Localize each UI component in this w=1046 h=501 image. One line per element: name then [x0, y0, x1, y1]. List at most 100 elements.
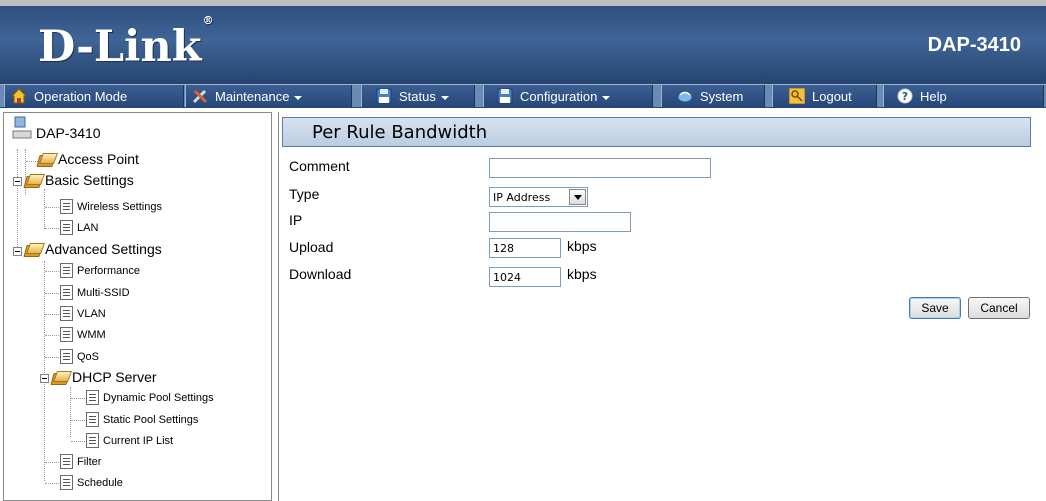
tree-label: Dynamic Pool Settings [103, 391, 214, 404]
header-banner: D-Link® DAP-3410 [0, 0, 1046, 84]
menu-bar: Operation Mode Maintenance Status Config… [0, 84, 1046, 108]
menu-configuration[interactable]: Configuration [483, 85, 653, 107]
tree-connector [45, 335, 59, 336]
tree-item-performance[interactable]: Performance [60, 263, 140, 278]
menu-operation-mode[interactable]: Operation Mode [4, 85, 184, 107]
page-icon [60, 306, 73, 321]
tree-label: Basic Settings [45, 172, 134, 188]
tree-label: Multi-SSID [77, 286, 130, 299]
download-unit: kbps [567, 266, 597, 282]
tree-item-current-ip-list[interactable]: Current IP List [86, 433, 173, 448]
cancel-button[interactable]: Cancel [968, 297, 1030, 319]
tree-label: VLAN [77, 307, 106, 320]
menu-label: Operation Mode [34, 88, 128, 104]
tree-item-wmm[interactable]: WMM [60, 327, 106, 342]
floppy-icon [376, 88, 392, 104]
floppy-icon [497, 88, 513, 104]
page-icon [86, 433, 99, 448]
tree-connector [17, 149, 18, 249]
tree-label: DHCP Server [72, 369, 157, 385]
collapse-dhcp-server-icon[interactable] [40, 374, 49, 383]
page-icon [60, 454, 73, 469]
tree-label: QoS [77, 350, 100, 363]
tree-root-dap-3410[interactable]: DAP-3410 [12, 115, 101, 141]
dlink-logo: D-Link® [38, 14, 214, 72]
tree-label: Advanced Settings [45, 241, 162, 257]
tree-item-dhcp-server[interactable]: DHCP Server [52, 369, 157, 385]
content-panel: Per Rule Bandwidth Comment Type IP Addre… [278, 112, 1043, 501]
upload-input[interactable] [489, 238, 561, 258]
menu-system[interactable]: System [661, 85, 765, 107]
tree-item-static-pool-settings[interactable]: Static Pool Settings [86, 412, 198, 427]
tree-item-multi-ssid[interactable]: Multi-SSID [60, 285, 130, 300]
tree-connector [45, 228, 59, 229]
page-icon [60, 475, 73, 490]
page-icon [86, 412, 99, 427]
menu-label: Help [920, 88, 947, 104]
tree-label: Static Pool Settings [103, 413, 199, 426]
key-icon [788, 87, 806, 105]
tree-label: Access Point [58, 151, 139, 167]
tools-icon [192, 88, 208, 104]
tree-item-access-point[interactable]: Access Point [38, 151, 139, 167]
menu-label: System [700, 88, 744, 104]
collapse-basic-settings-icon[interactable] [13, 177, 22, 186]
ip-input[interactable] [489, 212, 631, 232]
tree-connector [71, 420, 85, 421]
chevron-down-icon [294, 95, 303, 100]
tree-connector [26, 161, 38, 162]
type-label: Type [289, 186, 320, 202]
page-icon [60, 285, 73, 300]
chevron-down-icon [440, 95, 449, 100]
tree-item-vlan[interactable]: VLAN [60, 306, 106, 321]
download-input[interactable] [489, 267, 561, 287]
tree-connector [71, 398, 85, 399]
tree-connector [45, 293, 59, 294]
menu-status[interactable]: Status [361, 85, 475, 107]
tree-item-schedule[interactable]: Schedule [60, 475, 123, 490]
type-select-value: IP Address [493, 190, 551, 204]
menu-logout[interactable]: Logout [772, 85, 877, 107]
tree-item-wireless-settings[interactable]: Wireless Settings [60, 199, 162, 214]
menu-label: Logout [812, 88, 852, 104]
save-button[interactable]: Save [909, 297, 961, 319]
tree-connector [71, 441, 85, 442]
tree-label: Schedule [77, 476, 123, 489]
tree-connector [45, 462, 59, 463]
menu-maintenance[interactable]: Maintenance [185, 85, 352, 107]
page-icon [60, 199, 73, 214]
download-label: Download [289, 266, 352, 282]
app-window: D-Link® DAP-3410 Operation Mode Maintena… [0, 0, 1046, 501]
menu-label: Configuration [520, 88, 598, 104]
upload-unit: kbps [567, 238, 597, 254]
menu-help[interactable]: ? Help [883, 85, 1044, 107]
type-select[interactable]: IP Address [489, 187, 588, 207]
comment-label: Comment [289, 158, 350, 174]
tree-label: LAN [77, 221, 99, 234]
tree-connector [45, 314, 59, 315]
tree-item-lan[interactable]: LAN [60, 220, 98, 235]
menu-label: Maintenance [215, 88, 290, 104]
tree-item-qos[interactable]: QoS [60, 349, 99, 364]
folder-icon [38, 153, 55, 166]
page-icon [60, 263, 73, 278]
tree-label: Performance [77, 264, 140, 277]
tree-connector [44, 261, 45, 481]
device-model: DAP-3410 [927, 34, 1021, 56]
chevron-down-icon [569, 189, 586, 205]
tree-item-dynamic-pool-settings[interactable]: Dynamic Pool Settings [86, 390, 214, 405]
svg-text:?: ? [902, 90, 908, 103]
tree-item-basic-settings[interactable]: Basic Settings [25, 172, 134, 188]
system-icon [677, 88, 693, 104]
logo-registered-mark: ® [202, 13, 214, 27]
tree-item-advanced-settings[interactable]: Advanced Settings [25, 241, 162, 257]
tree-label: Wireless Settings [77, 200, 162, 213]
tree-connector [44, 189, 45, 229]
tree-connector [45, 207, 59, 208]
chevron-down-icon [602, 95, 611, 100]
tree-connector [45, 357, 59, 358]
comment-input[interactable] [489, 158, 711, 178]
tree-connector [45, 271, 59, 272]
tree-item-filter[interactable]: Filter [60, 454, 101, 469]
collapse-advanced-settings-icon[interactable] [13, 247, 22, 256]
